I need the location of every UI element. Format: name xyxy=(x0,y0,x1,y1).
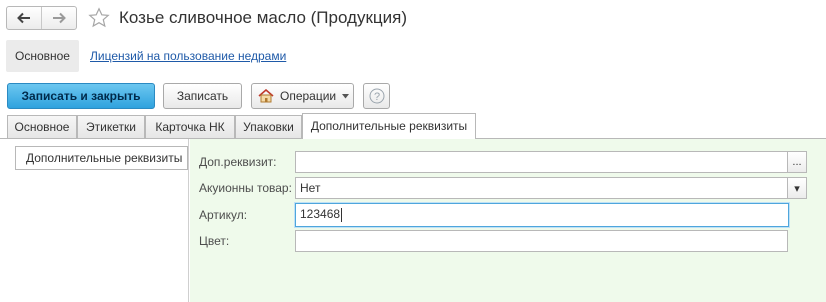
back-button[interactable] xyxy=(7,7,41,29)
dropdown-button[interactable]: ▾ xyxy=(787,177,807,199)
arrow-left-icon xyxy=(17,12,30,24)
history-nav xyxy=(6,6,77,30)
color-label: Цвет: xyxy=(199,234,230,248)
window-title: Козье сливочное масло (Продукция) xyxy=(119,8,408,27)
tab-nk-card[interactable]: Карточка НК xyxy=(145,115,235,138)
tab-packaging[interactable]: Упаковки xyxy=(235,115,302,138)
text-cursor xyxy=(341,207,343,222)
extra-attribute-label: Доп.реквизит: xyxy=(199,155,277,169)
operations-button[interactable]: Операции xyxy=(251,83,354,109)
article-label: Артикул: xyxy=(199,208,248,222)
promo-product-label: Акуионны товар: xyxy=(199,181,292,195)
favorite-button[interactable] xyxy=(87,6,111,30)
help-icon: ? xyxy=(369,88,384,104)
extra-attribute-field[interactable] xyxy=(295,151,788,173)
arrow-right-icon xyxy=(53,12,66,24)
color-input[interactable] xyxy=(295,230,788,252)
tab-additional-attributes[interactable]: Дополнительные реквизиты xyxy=(302,113,476,139)
chevron-down-icon xyxy=(342,93,350,98)
forward-button[interactable] xyxy=(41,7,76,29)
section-main[interactable]: Основное xyxy=(6,40,79,72)
article-value: 123468 xyxy=(300,207,341,221)
promo-product-select[interactable]: Нет xyxy=(295,177,788,199)
tab-labels[interactable]: Этикетки xyxy=(77,115,145,138)
operations-icon xyxy=(258,89,274,103)
help-button[interactable]: ? xyxy=(363,83,390,109)
tab-main[interactable]: Основное xyxy=(7,115,77,138)
section-licenses-link[interactable]: Лицензий на пользование недрами xyxy=(90,40,286,72)
list-item[interactable]: Дополнительные реквизиты xyxy=(15,146,188,170)
save-and-close-button[interactable]: Записать и закрыть xyxy=(7,83,155,109)
svg-text:?: ? xyxy=(373,91,379,103)
select-button[interactable]: ... xyxy=(787,151,807,173)
operations-label: Операции xyxy=(280,89,337,103)
article-input[interactable]: 123468 xyxy=(295,203,789,227)
save-button[interactable]: Записать xyxy=(163,83,242,109)
star-icon xyxy=(88,7,110,28)
